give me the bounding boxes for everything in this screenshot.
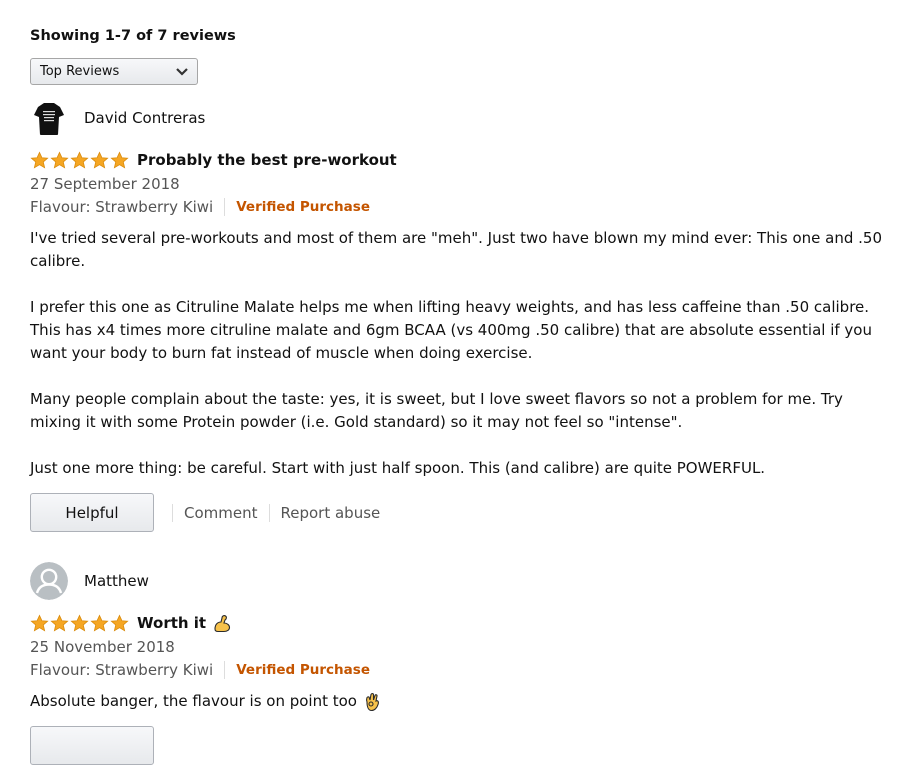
helpful-button-partial[interactable]	[30, 726, 154, 765]
sort-selected-label: Top Reviews	[40, 64, 120, 79]
reviewer-name[interactable]: David Contreras	[84, 109, 205, 127]
review-paragraph: Just one more thing: be careful. Start w…	[30, 459, 766, 477]
review-paragraph: Many people complain about the taste: ye…	[30, 390, 843, 431]
review-actions: Helpful Comment Report abuse	[30, 493, 890, 532]
review-item: David Contreras Probably the best pre-wo…	[30, 99, 890, 532]
review-title-row: Worth it	[30, 612, 890, 634]
reviews-summary: Showing 1-7 of 7 reviews	[30, 28, 236, 44]
review-body: I've tried several pre-workouts and most…	[30, 227, 890, 480]
review-meta: Flavour: Strawberry Kiwi Verified Purcha…	[30, 195, 890, 219]
star-icon	[50, 151, 69, 169]
report-abuse-link[interactable]: Report abuse	[281, 504, 381, 522]
sort-dropdown[interactable]: Top Reviews	[30, 58, 198, 85]
star-icon	[50, 614, 69, 632]
verified-purchase-badge: Verified Purchase	[236, 662, 370, 678]
ok-hand-emoji-icon	[363, 692, 381, 712]
flavour-link[interactable]: Flavour: Strawberry Kiwi	[30, 658, 213, 682]
review-item: Matthew Worth it 25 November 2018 Flavou…	[30, 562, 890, 765]
divider	[224, 661, 226, 679]
star-icon	[90, 614, 109, 632]
review-paragraph: Absolute banger, the flavour is on point…	[30, 690, 890, 713]
divider	[268, 503, 270, 522]
star-icon	[70, 151, 89, 169]
review-actions	[30, 726, 890, 765]
tshirt-photo-avatar	[30, 99, 68, 137]
review-date: 25 November 2018	[30, 638, 175, 656]
chevron-down-icon	[175, 65, 189, 79]
review-paragraph: I prefer this one as Citruline Malate he…	[30, 298, 872, 362]
review-body: Absolute banger, the flavour is on point…	[30, 690, 890, 713]
flexed-biceps-emoji-icon	[212, 613, 232, 633]
review-date: 27 September 2018	[30, 175, 180, 193]
review-meta: Flavour: Strawberry Kiwi Verified Purcha…	[30, 658, 890, 682]
helpful-button[interactable]: Helpful	[30, 493, 154, 532]
star-icon	[90, 151, 109, 169]
reviewer-name[interactable]: Matthew	[84, 572, 149, 590]
reviewer-profile[interactable]: David Contreras	[30, 99, 890, 137]
divider	[172, 503, 173, 522]
star-icon	[30, 614, 49, 632]
review-title-row: Probably the best pre-workout	[30, 149, 890, 171]
review-paragraph: I've tried several pre-workouts and most…	[30, 229, 882, 270]
reviewer-profile[interactable]: Matthew	[30, 562, 890, 600]
verified-purchase-badge: Verified Purchase	[236, 199, 370, 215]
star-icon	[110, 614, 129, 632]
flavour-link[interactable]: Flavour: Strawberry Kiwi	[30, 195, 213, 219]
comment-link[interactable]: Comment	[184, 504, 258, 522]
star-rating[interactable]	[30, 151, 129, 170]
default-user-avatar	[30, 562, 68, 600]
star-rating[interactable]	[30, 614, 129, 633]
star-icon	[110, 151, 129, 169]
review-title: Worth it	[137, 614, 207, 632]
star-icon	[30, 151, 49, 169]
review-paragraph-text: Absolute banger, the flavour is on point…	[30, 692, 357, 710]
reviews-section: Showing 1-7 of 7 reviews Top Reviews Dav…	[30, 26, 890, 765]
divider	[224, 198, 226, 216]
review-title[interactable]: Probably the best pre-workout	[137, 151, 397, 169]
review-title-wrap[interactable]: Worth it	[137, 613, 232, 633]
star-icon	[70, 614, 89, 632]
